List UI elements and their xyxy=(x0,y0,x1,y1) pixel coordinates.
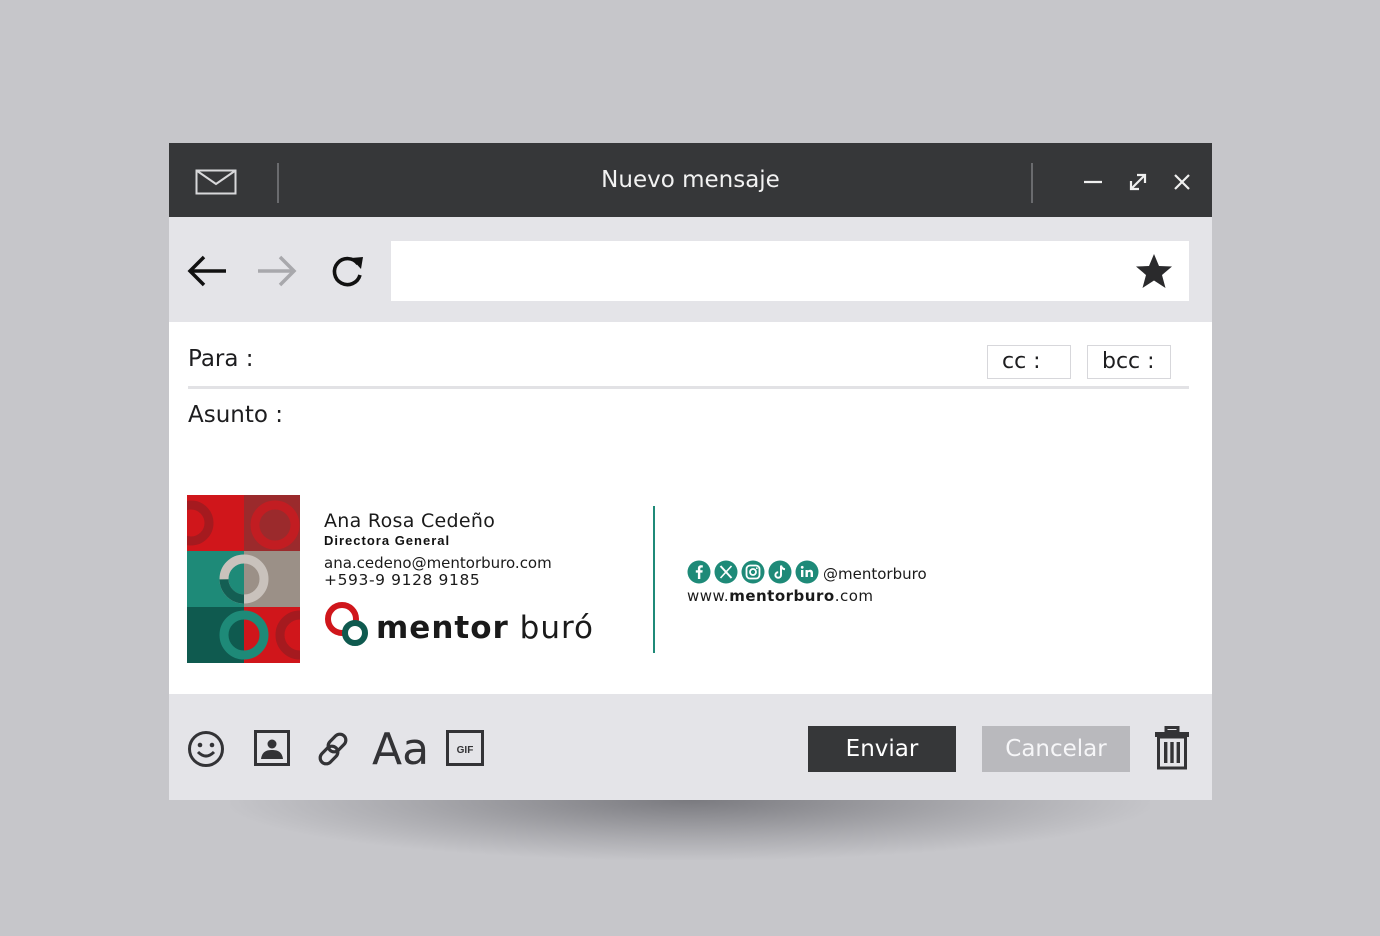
website-suffix: .com xyxy=(834,587,874,605)
link-icon[interactable] xyxy=(314,730,352,768)
linkedin-icon[interactable] xyxy=(795,560,819,584)
website-prefix: www. xyxy=(687,587,730,605)
forward-arrow-icon[interactable] xyxy=(257,253,297,289)
send-button[interactable]: Enviar xyxy=(808,726,956,772)
url-bar[interactable] xyxy=(391,241,1189,301)
social-icons xyxy=(687,560,819,584)
signature-divider xyxy=(653,506,655,653)
website-domain: mentorburo xyxy=(729,587,835,605)
title-bar: Nuevo mensaje xyxy=(169,143,1212,217)
brand-logo-icon xyxy=(325,602,368,646)
back-arrow-icon[interactable] xyxy=(187,253,227,289)
title-separator xyxy=(1031,163,1033,203)
image-icon[interactable] xyxy=(254,730,290,766)
compose-body: Para : cc : bcc : Asunto : Ana Rosa Cede… xyxy=(169,322,1212,694)
emoji-icon[interactable] xyxy=(187,730,225,768)
gif-label: GIF xyxy=(457,745,474,756)
signature-email[interactable]: ana.cedeno@mentorburo.com xyxy=(324,554,552,572)
social-handle[interactable]: @mentorburo xyxy=(823,565,927,583)
window-shadow xyxy=(230,790,1150,860)
signature-role: Directora General xyxy=(324,533,451,548)
subject-label: Asunto : xyxy=(188,402,284,428)
maximize-icon[interactable] xyxy=(1127,171,1149,193)
star-icon[interactable] xyxy=(1135,253,1173,289)
text-format-icon[interactable]: Aa xyxy=(372,724,429,775)
gif-icon[interactable]: GIF xyxy=(446,730,484,766)
minimize-icon[interactable] xyxy=(1082,171,1104,193)
signature-name: Ana Rosa Cedeño xyxy=(324,510,496,532)
field-divider xyxy=(188,386,1189,389)
signature-pattern-image xyxy=(187,495,300,663)
browser-nav-bar xyxy=(169,217,1212,322)
to-label: Para : xyxy=(188,346,254,372)
compose-window: Nuevo mensaje Para: cc: bcc: Asunto:… xyxy=(169,143,1212,800)
cc-button[interactable]: cc : xyxy=(987,345,1071,379)
close-icon[interactable] xyxy=(1171,171,1193,193)
brand-word-mentor: mentor xyxy=(376,610,509,646)
cancel-button[interactable]: Cancelar xyxy=(982,726,1130,772)
signature-website[interactable]: www.mentorburo.com xyxy=(687,587,874,605)
reload-icon[interactable] xyxy=(327,253,367,289)
bcc-button[interactable]: bcc : xyxy=(1087,345,1171,379)
compose-toolbar: Aa GIF Enviar Cancelar xyxy=(169,694,1212,800)
instagram-icon[interactable] xyxy=(741,560,765,584)
window-title: Nuevo mensaje xyxy=(601,167,780,193)
tiktok-icon[interactable] xyxy=(768,560,792,584)
trash-icon[interactable] xyxy=(1154,726,1190,770)
x-icon[interactable] xyxy=(714,560,738,584)
facebook-icon[interactable] xyxy=(687,560,711,584)
brand-word-buro: buró xyxy=(519,610,595,646)
brand-wordmark: mentor buró xyxy=(376,610,594,646)
signature-phone: +593-9 9128 9185 xyxy=(324,571,481,589)
